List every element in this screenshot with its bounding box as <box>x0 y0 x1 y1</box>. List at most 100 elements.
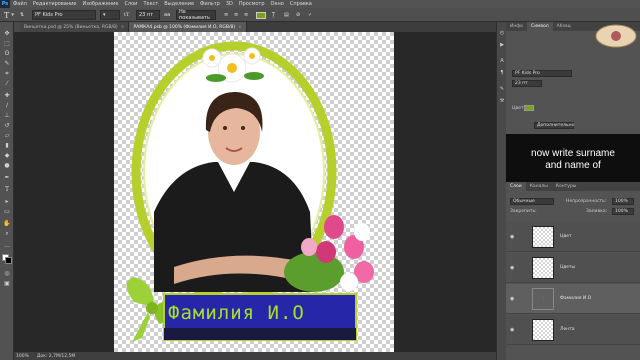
zoom-tool-icon[interactable]: ⌕ <box>3 230 11 237</box>
extra-options-button[interactable]: Дополнительно <box>534 122 574 129</box>
background-color-swatch[interactable] <box>5 257 12 264</box>
char-font-size[interactable]: 23 пт <box>512 80 542 87</box>
stamp-tool-icon[interactable]: ⊥ <box>3 112 11 119</box>
layer-row[interactable]: ◉ Цвет <box>506 222 640 252</box>
crop-tool-icon[interactable]: ⌗ <box>3 70 11 77</box>
menu-help[interactable]: Справка <box>287 1 315 7</box>
status-bar: 100% Док: 2,7M/12,5M <box>14 352 496 360</box>
eraser-tool-icon[interactable]: ▱ <box>3 132 11 139</box>
tab-character[interactable]: Символ <box>526 22 553 31</box>
tab-frame4[interactable]: РАМКА4.psb @ 100% (Фамилия И.О, RGB/8) × <box>129 22 247 32</box>
layer-name: Лента <box>560 327 575 332</box>
overlay-caption: now write surname and name of <box>506 148 640 172</box>
text-layer-thumbnail: T <box>532 288 554 310</box>
shape-tool-icon[interactable]: ▭ <box>3 208 11 215</box>
gradient-tool-icon[interactable]: ▮ <box>3 142 11 149</box>
quick-select-tool-icon[interactable]: ✎ <box>3 60 11 67</box>
lasso-tool-icon[interactable]: ʘ <box>3 50 11 57</box>
menu-view[interactable]: Просмотр <box>236 1 268 7</box>
font-size-icon: tT <box>124 12 130 18</box>
pen-tool-icon[interactable]: ✒ <box>3 174 11 181</box>
menu-text[interactable]: Текст <box>140 1 161 7</box>
screen-mode-icon[interactable]: ▣ <box>3 280 11 287</box>
extra-tools-icon[interactable]: … <box>3 242 11 249</box>
layer-row[interactable]: ◉ Цветы <box>506 253 640 283</box>
menu-3d[interactable]: 3D <box>223 1 236 7</box>
paragraph-panel-icon[interactable]: ¶ <box>499 70 505 76</box>
brush-panel-icon[interactable]: ✎ <box>499 86 505 92</box>
eye-icon[interactable]: ◉ <box>510 327 514 333</box>
history-brush-tool-icon[interactable]: ↺ <box>3 122 11 129</box>
eyedropper-tool-icon[interactable]: ⁄ <box>3 80 11 87</box>
text-color-swatch[interactable] <box>256 10 266 20</box>
orientation-icon[interactable]: ⇅ <box>20 10 24 20</box>
actions-panel-icon[interactable]: ▶ <box>499 42 505 48</box>
healing-tool-icon[interactable]: ✚ <box>3 92 11 99</box>
document-canvas[interactable]: Фамилия И.О <box>114 32 394 352</box>
menu-select[interactable]: Выделение <box>161 1 197 7</box>
cancel-icon[interactable]: ⊘ <box>296 10 300 20</box>
move-tool-icon[interactable]: ✥ <box>3 30 11 37</box>
align-left-icon[interactable]: ≡ <box>224 10 228 20</box>
layer-name: Цветы <box>560 265 576 270</box>
layer-thumbnail <box>532 257 554 279</box>
dodge-tool-icon[interactable]: ● <box>3 162 11 169</box>
font-family-select[interactable]: PF Kids Pro <box>32 10 96 20</box>
tab-paragraph[interactable]: Абзац <box>553 22 575 31</box>
eye-icon[interactable]: ◉ <box>510 234 514 240</box>
document-tabs: Виньетка.psd @ 25% (Виньетка, RGB/8) × Р… <box>20 22 496 32</box>
watermark-logo <box>595 24 637 48</box>
marquee-tool-icon[interactable]: ⬚ <box>3 40 11 47</box>
close-icon[interactable]: × <box>121 25 125 30</box>
tab-channels[interactable]: Каналы <box>526 182 552 191</box>
menu-file[interactable]: Файл <box>10 1 30 7</box>
blur-tool-icon[interactable]: ◆ <box>3 152 11 159</box>
eye-icon[interactable]: ◉ <box>510 265 514 271</box>
zoom-level[interactable]: 100% <box>16 354 29 359</box>
fill-field[interactable]: 100% <box>612 208 634 215</box>
tool-presets-icon[interactable]: ⚒ <box>499 98 505 104</box>
tab-paths[interactable]: Контуры <box>552 182 581 191</box>
type-tool-icon[interactable]: T <box>3 186 11 193</box>
options-bar: T ▾ ⇅ PF Kids Pro ▾ tT 23 пт aa Не показы… <box>0 8 640 22</box>
overlay-line-2: and name of <box>545 160 601 171</box>
opacity-field[interactable]: 100% <box>612 198 634 205</box>
brush-tool-icon[interactable]: ∕ <box>3 102 11 109</box>
history-panel-icon[interactable]: ◴ <box>499 30 505 36</box>
opacity-label: Непрозрачность: <box>566 199 607 204</box>
char-font-family[interactable]: PF Kids Pro <box>512 70 572 77</box>
doc-size: Док: 2,7M/12,5M <box>36 353 76 359</box>
char-color-swatch[interactable] <box>524 105 534 111</box>
tab-info[interactable]: Инфо <box>506 22 527 31</box>
font-style-select[interactable]: ▾ <box>100 10 120 20</box>
text-tool-icon[interactable]: T ▾ <box>4 10 14 20</box>
font-size-select[interactable]: 23 пт <box>136 10 160 20</box>
menu-window[interactable]: Окно <box>268 1 287 7</box>
antialias-select[interactable]: Не показывать <box>176 9 216 21</box>
character-panel-icon[interactable]: A <box>499 58 505 64</box>
menu-layers[interactable]: Слои <box>121 1 140 7</box>
fill-label: Заливка: <box>586 209 608 214</box>
layer-row-selected[interactable]: ◉ T Фамилия И.О <box>506 284 640 314</box>
hand-tool-icon[interactable]: ✋ <box>3 220 11 227</box>
align-right-icon[interactable]: ≡ <box>244 10 248 20</box>
quick-mask-icon[interactable]: ◎ <box>3 270 11 277</box>
blend-mode-select[interactable]: Обычные <box>510 198 554 205</box>
commit-icon[interactable]: ✓ <box>308 10 312 20</box>
eye-icon[interactable]: ◉ <box>510 296 514 302</box>
path-select-tool-icon[interactable]: ▸ <box>3 198 11 205</box>
canvas-area[interactable]: Фамилия И.О <box>14 32 496 352</box>
tab-layers[interactable]: Слои <box>506 182 526 191</box>
tab-vignette[interactable]: Виньетка.psd @ 25% (Виньетка, RGB/8) × <box>20 22 130 32</box>
panels-icon[interactable]: ▤ <box>284 10 289 20</box>
warp-text-icon[interactable]: T̰ <box>272 10 275 20</box>
align-center-icon[interactable]: ≡ <box>234 10 238 20</box>
overlay-line-1: now write surname <box>531 148 615 159</box>
character-panel: Инфо Символ Абзац PF Kids Pro 23 пт Цвет… <box>506 22 640 134</box>
menu-edit[interactable]: Редактирование <box>30 1 80 7</box>
layer-row[interactable]: ◉ Лента <box>506 315 640 345</box>
layer-thumbnail <box>532 319 554 341</box>
menu-image[interactable]: Изображение <box>79 1 121 7</box>
menu-filter[interactable]: Фильтр <box>197 1 223 7</box>
close-icon[interactable]: × <box>238 25 242 30</box>
